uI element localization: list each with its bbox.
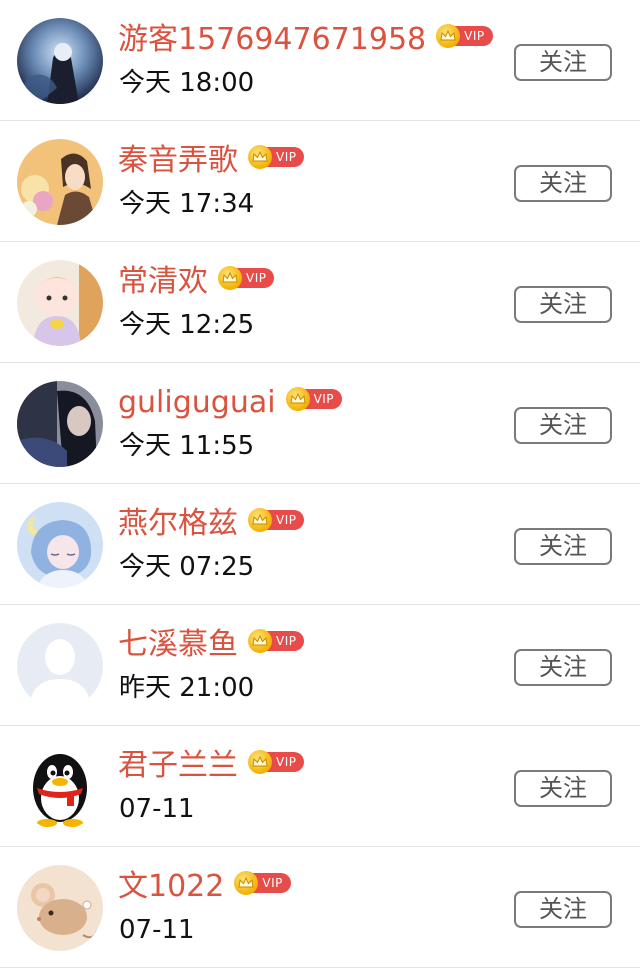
list-item[interactable]: guliguguai VIP 今天 11:55 关注	[0, 363, 640, 484]
vip-badge: VIP	[234, 871, 291, 895]
name-line: 七溪慕鱼 VIP	[118, 627, 305, 663]
avatar[interactable]	[17, 18, 103, 104]
default-user-avatar-icon	[17, 623, 103, 709]
list-item[interactable]: 文1022 VIP 07-11 关注	[0, 847, 640, 968]
crown-icon	[248, 145, 272, 169]
list-item[interactable]: 游客1576947671958 VIP 今天 18:00 关注	[0, 0, 640, 121]
crown-icon	[248, 508, 272, 532]
avatar[interactable]	[17, 623, 103, 709]
visit-time: 昨天 21:00	[119, 673, 255, 703]
follow-button[interactable]: 关注	[514, 528, 612, 565]
crown-icon	[218, 266, 242, 290]
username[interactable]: 七溪慕鱼	[118, 627, 238, 663]
username[interactable]: 秦音弄歌	[118, 143, 238, 179]
visit-time: 今天 11:55	[119, 431, 255, 461]
visit-time: 今天 17:34	[119, 189, 255, 219]
avatar[interactable]	[17, 139, 103, 225]
follow-button[interactable]: 关注	[514, 165, 612, 202]
visit-time: 今天 18:00	[119, 68, 255, 98]
list-item[interactable]: 秦音弄歌 VIP 今天 17:34 关注	[0, 121, 640, 242]
crown-icon	[248, 750, 272, 774]
visit-time: 07-11	[119, 915, 195, 945]
list-item[interactable]: 七溪慕鱼 VIP 昨天 21:00 关注	[0, 605, 640, 726]
cartoon-mouse-avatar-icon	[17, 865, 103, 951]
follow-button[interactable]: 关注	[514, 649, 612, 686]
avatar[interactable]	[17, 260, 103, 346]
avatar[interactable]	[17, 502, 103, 588]
username[interactable]: 燕尔格兹	[118, 506, 238, 542]
avatar[interactable]	[17, 381, 103, 467]
name-line: 游客1576947671958 VIP	[118, 22, 493, 58]
avatar[interactable]	[17, 865, 103, 951]
vip-badge: VIP	[248, 629, 305, 653]
vip-badge: VIP	[436, 24, 493, 48]
follow-button[interactable]: 关注	[514, 407, 612, 444]
follow-button[interactable]: 关注	[514, 891, 612, 928]
list-item[interactable]: 君子兰兰 VIP 07-11 关注	[0, 726, 640, 847]
anime-flowers-avatar-icon	[17, 139, 103, 225]
follow-button[interactable]: 关注	[514, 44, 612, 81]
name-line: 燕尔格兹 VIP	[118, 506, 305, 542]
name-line: 秦音弄歌 VIP	[118, 143, 305, 179]
name-line: guliguguai VIP	[118, 385, 343, 421]
qq-penguin-avatar-icon	[17, 744, 103, 830]
follower-list: 游客1576947671958 VIP 今天 18:00 关注 秦音弄歌 VIP…	[0, 0, 640, 968]
vip-badge: VIP	[218, 266, 275, 290]
list-item[interactable]: 常清欢 VIP 今天 12:25 关注	[0, 242, 640, 363]
list-item[interactable]: 燕尔格兹 VIP 今天 07:25 关注	[0, 484, 640, 605]
username[interactable]: 游客1576947671958	[118, 22, 426, 58]
username[interactable]: 君子兰兰	[118, 748, 238, 784]
crown-icon	[248, 629, 272, 653]
name-line: 常清欢 VIP	[118, 264, 275, 300]
follow-button[interactable]: 关注	[514, 286, 612, 323]
vip-badge: VIP	[248, 145, 305, 169]
anime-night-avatar-icon	[17, 18, 103, 104]
crown-icon	[285, 387, 310, 411]
username[interactable]: guliguguai	[118, 385, 276, 421]
anime-baby-avatar-icon	[17, 260, 103, 346]
vip-badge: VIP	[248, 750, 305, 774]
visit-time: 07-11	[119, 794, 195, 824]
avatar[interactable]	[17, 744, 103, 830]
anime-blue-hair-avatar-icon	[17, 502, 103, 588]
follow-button[interactable]: 关注	[514, 770, 612, 807]
crown-icon	[436, 24, 461, 48]
photo-girl-avatar-icon	[17, 381, 103, 467]
visit-time: 今天 07:25	[119, 552, 255, 582]
name-line: 君子兰兰 VIP	[118, 748, 305, 784]
vip-badge: VIP	[248, 508, 305, 532]
visit-time: 今天 12:25	[119, 310, 255, 340]
username[interactable]: 文1022	[118, 869, 224, 905]
name-line: 文1022 VIP	[118, 869, 291, 905]
username[interactable]: 常清欢	[118, 264, 208, 300]
vip-badge: VIP	[285, 387, 343, 411]
